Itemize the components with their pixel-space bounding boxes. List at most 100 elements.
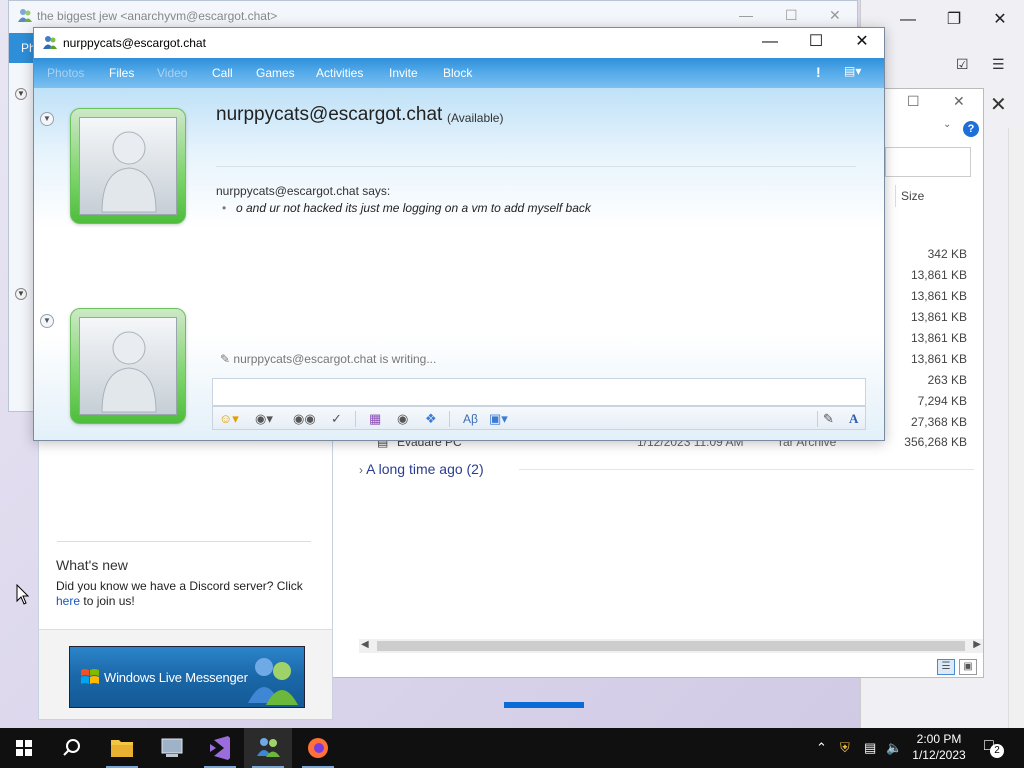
taskbar-firefox[interactable] bbox=[294, 728, 342, 768]
file-size: 13,861 KB bbox=[910, 268, 967, 282]
display-options-icon[interactable]: ▤▾ bbox=[844, 64, 861, 78]
scroll-left-icon[interactable]: ◀ bbox=[361, 639, 369, 650]
news-body-end: to join us! bbox=[80, 594, 135, 608]
maximize-icon[interactable]: ☐ bbox=[907, 93, 920, 110]
divider bbox=[57, 541, 311, 542]
collapse-icon[interactable]: ▼ bbox=[40, 112, 54, 126]
share-icon[interactable]: ▣▾ bbox=[489, 410, 508, 428]
discord-link[interactable]: here bbox=[56, 594, 80, 608]
file-size: 356,268 KB bbox=[904, 435, 967, 449]
taskbar-messenger[interactable] bbox=[244, 728, 292, 768]
messenger-icon bbox=[18, 9, 32, 22]
close-icon[interactable]: ✕ bbox=[988, 8, 1012, 32]
voice-clip-icon[interactable]: ◉◉ bbox=[293, 410, 316, 428]
horizontal-scrollbar[interactable]: ◀ ▶ bbox=[359, 639, 983, 653]
news-body: Did you know we have a Discord server? C… bbox=[56, 579, 303, 593]
handwriting-icon[interactable]: ✎ bbox=[823, 410, 834, 428]
menu-icon[interactable]: ☰ bbox=[992, 56, 1005, 73]
search-input[interactable] bbox=[885, 147, 971, 177]
chevron-down-icon[interactable]: ▼ bbox=[15, 88, 27, 100]
firefox-icon bbox=[308, 738, 328, 758]
message-input[interactable] bbox=[212, 378, 866, 406]
network-icon[interactable]: ▤ bbox=[864, 740, 876, 756]
minimize-button[interactable]: — bbox=[747, 28, 793, 58]
menu-call[interactable]: Call bbox=[212, 66, 233, 80]
pocket-icon[interactable]: ☑ bbox=[956, 56, 969, 73]
column-divider bbox=[895, 185, 896, 207]
games-icon[interactable]: ❖ bbox=[425, 410, 437, 428]
user-silhouette-icon bbox=[101, 131, 157, 213]
shield-icon[interactable]: ⛨ bbox=[840, 740, 850, 756]
bullet-icon: • bbox=[222, 201, 227, 215]
file-size: 342 KB bbox=[927, 247, 967, 261]
chevron-down-icon[interactable]: ⌄ bbox=[943, 119, 951, 130]
close-icon[interactable]: ✕ bbox=[990, 92, 1007, 117]
start-button[interactable] bbox=[0, 728, 48, 768]
message-sender: nurppycats@escargot.chat says: bbox=[216, 184, 391, 198]
search-button[interactable] bbox=[48, 728, 96, 768]
details-view-icon[interactable]: ☰ bbox=[937, 659, 955, 675]
alert-icon[interactable]: ! bbox=[816, 64, 821, 80]
help-icon[interactable]: ? bbox=[963, 121, 979, 137]
webcam-icon[interactable]: ◉ bbox=[397, 410, 408, 428]
background-icon[interactable]: ▦ bbox=[369, 410, 381, 428]
contact-avatar[interactable] bbox=[70, 108, 186, 224]
clock-time[interactable]: 2:00 PM bbox=[914, 732, 964, 746]
font-icon[interactable]: A bbox=[849, 410, 858, 428]
volume-icon[interactable]: 🔈 bbox=[886, 740, 902, 756]
menu-games[interactable]: Games bbox=[256, 66, 295, 80]
emoticon-icon[interactable]: ☺▾ bbox=[219, 410, 239, 428]
footer: Windows Live Messenger bbox=[39, 629, 332, 719]
menu-video[interactable]: Video bbox=[157, 66, 187, 80]
collapse-icon[interactable]: ▼ bbox=[40, 314, 54, 328]
group-label: A long time ago (2) bbox=[366, 461, 484, 477]
chevron-down-icon[interactable]: ▼ bbox=[15, 288, 27, 300]
menu-activities[interactable]: Activities bbox=[316, 66, 363, 80]
restore-icon[interactable]: ❐ bbox=[942, 8, 966, 32]
maximize-button[interactable]: ☐ bbox=[793, 28, 839, 58]
group-header[interactable]: › A long time ago (2) bbox=[359, 461, 484, 477]
taskbar-visual-studio[interactable] bbox=[196, 728, 244, 768]
menu-photos[interactable]: Photos bbox=[47, 66, 84, 80]
clock-date[interactable]: 1/12/2023 bbox=[910, 748, 968, 762]
scrollbar[interactable] bbox=[1008, 128, 1024, 728]
taskbar-app[interactable] bbox=[148, 728, 196, 768]
minimize-icon[interactable]: — bbox=[896, 8, 920, 32]
menu-block[interactable]: Block bbox=[443, 66, 472, 80]
minimize-icon[interactable]: — bbox=[739, 7, 753, 23]
user-silhouette-icon bbox=[101, 331, 157, 413]
menu-files[interactable]: Files bbox=[109, 66, 134, 80]
title-bar[interactable]: nurppycats@escargot.chat — ☐ ✕ bbox=[34, 28, 884, 58]
menu-invite[interactable]: Invite bbox=[389, 66, 418, 80]
taskbar: ⌃ ⛨ ▤ 🔈 2:00 PM 1/12/2023 □ 2 bbox=[0, 728, 1024, 768]
divider bbox=[817, 411, 818, 427]
maximize-icon[interactable]: ☐ bbox=[785, 7, 798, 24]
tab-photos[interactable]: Ph bbox=[9, 33, 36, 63]
close-button[interactable]: ✕ bbox=[839, 28, 885, 58]
large-icons-view-icon[interactable]: ▣ bbox=[959, 659, 977, 675]
scroll-thumb[interactable] bbox=[377, 641, 965, 651]
close-icon[interactable]: ✕ bbox=[829, 7, 841, 24]
close-icon[interactable]: ✕ bbox=[953, 93, 965, 110]
typing-indicator: ✎ nurppycats@escargot.chat is writing... bbox=[220, 352, 436, 366]
spell-check-icon[interactable]: Aβ bbox=[463, 410, 478, 428]
pencil-icon: ✎ bbox=[220, 352, 231, 366]
scroll-right-icon[interactable]: ▶ bbox=[973, 639, 981, 650]
notification-count: 2 bbox=[990, 744, 1004, 758]
my-avatar[interactable] bbox=[70, 308, 186, 424]
taskbar-file-explorer[interactable] bbox=[98, 728, 146, 768]
chevron-up-icon[interactable]: ⌃ bbox=[816, 740, 827, 756]
file-size: 13,861 KB bbox=[910, 289, 967, 303]
divider bbox=[519, 469, 974, 470]
file-size: 27,368 KB bbox=[910, 415, 967, 429]
contact-name: nurppycats@escargot.chat bbox=[216, 104, 443, 125]
conversation-window: nurppycats@escargot.chat — ☐ ✕ Photos Fi… bbox=[33, 27, 885, 441]
whats-new-heading: What's new bbox=[56, 557, 128, 573]
wink-icon[interactable]: ◉▾ bbox=[255, 410, 273, 428]
file-size: 7,294 KB bbox=[917, 394, 967, 408]
column-header-size[interactable]: Size bbox=[901, 189, 924, 203]
windows-live-messenger-banner[interactable]: Windows Live Messenger bbox=[69, 646, 305, 708]
news-text: Did you know we have a Discord server? C… bbox=[56, 579, 326, 609]
nudge-icon[interactable]: ✓ bbox=[331, 410, 342, 428]
status-bar: ☰ ▣ bbox=[333, 655, 983, 677]
